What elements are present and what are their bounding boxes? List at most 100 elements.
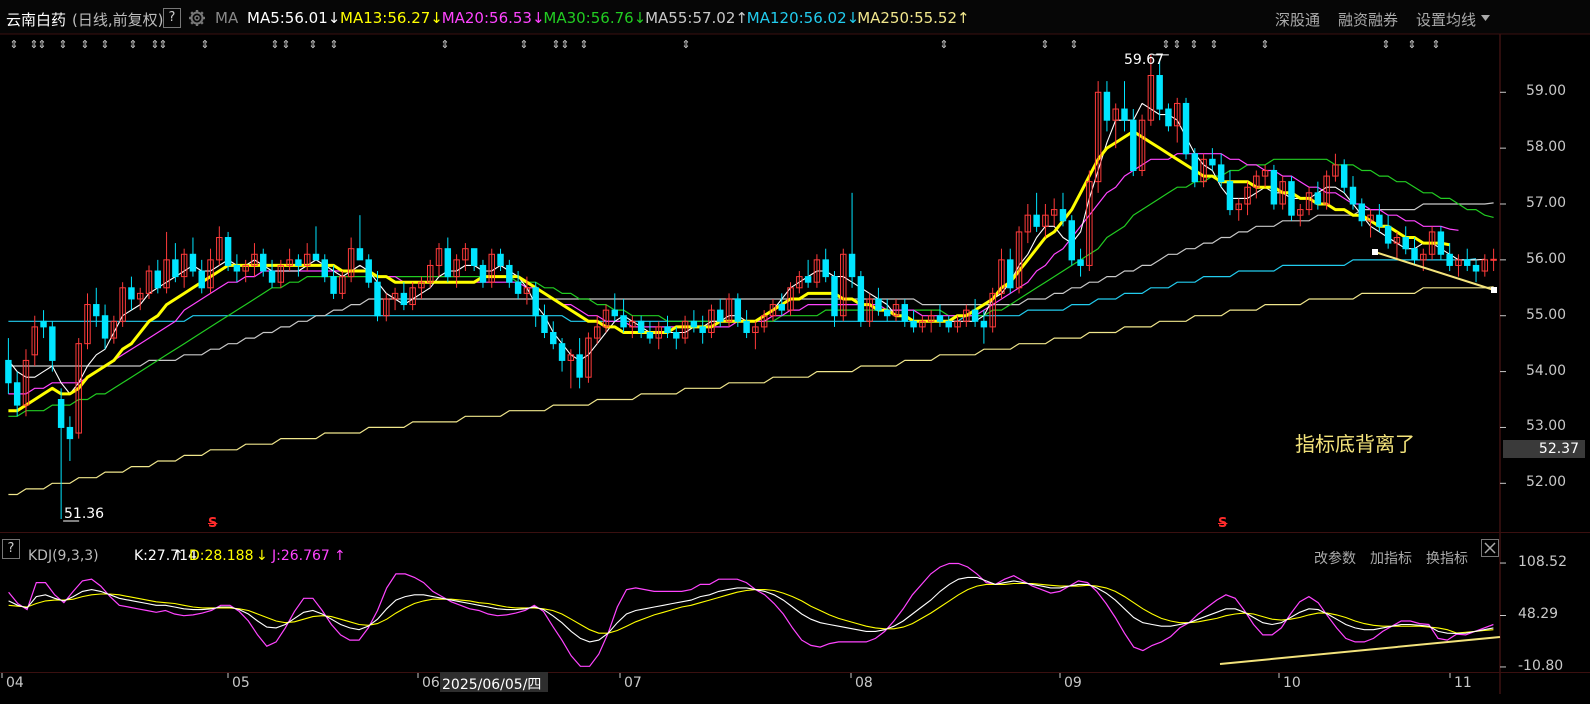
candle xyxy=(1130,109,1137,177)
candle xyxy=(1358,198,1366,227)
price-tick-label: 56.00 xyxy=(1526,250,1567,267)
price-tick-label: 53.00 xyxy=(1526,418,1567,435)
candle-body xyxy=(637,320,645,333)
candle-body xyxy=(1130,119,1137,171)
candle xyxy=(1270,164,1278,210)
kdj-name[interactable]: KDJ(9,3,3) xyxy=(28,548,99,564)
candle-body xyxy=(1007,259,1014,289)
candle-body xyxy=(268,270,276,283)
candle-body xyxy=(260,253,267,272)
candle-body xyxy=(936,315,944,322)
candle xyxy=(101,304,109,350)
event-marker: ⇕ xyxy=(440,38,449,51)
add-indicator-button[interactable]: 加指标 xyxy=(1370,548,1412,568)
candle-body xyxy=(743,320,750,333)
candle xyxy=(66,416,74,461)
candle-body xyxy=(532,287,539,317)
close-icon[interactable] xyxy=(1481,539,1499,557)
cursor-date: 2025/06/05/四 xyxy=(442,677,542,693)
candle-body xyxy=(295,259,302,266)
x-axis-label: 05 xyxy=(232,675,250,691)
candle xyxy=(506,259,513,288)
candle-body xyxy=(128,287,135,300)
event-marker: ⇕ xyxy=(1161,38,1170,51)
candle-body xyxy=(1340,164,1348,188)
candle xyxy=(374,271,381,322)
candle-body xyxy=(971,309,979,322)
kdj-tick-label: 48.29 xyxy=(1518,606,1559,623)
candle xyxy=(356,215,364,261)
price-chart[interactable]: ⇕ ⇕⇕ ⇕ ⇕ ⇕ ⇕ ⇕⇕ ⇕ ⇕ ⇕ ⇕ ⇕ ⇕ ⇕ ⇕ ⇕ ⇕ ⇕ ⇕ ⇕ ⇕ ⇕ ⇕ ⇕ ⇕ ⇕ ⇕ ⇕ ⇕ xyxy=(0,0,1590,704)
candle-body xyxy=(1376,214,1383,227)
candle-body xyxy=(901,304,909,322)
candle xyxy=(189,237,197,277)
candle-body xyxy=(1472,264,1480,272)
kdj-lines xyxy=(8,562,1494,667)
candle-body xyxy=(1217,164,1225,183)
switch-indicator-button[interactable]: 换指标 xyxy=(1426,548,1468,568)
event-marker: ⇕ xyxy=(1069,38,1078,51)
s-marker[interactable]: S xyxy=(1218,516,1227,531)
price-tick-label: 59.00 xyxy=(1526,83,1567,100)
candle-body xyxy=(514,281,522,294)
candle xyxy=(409,282,416,311)
candle-body xyxy=(980,320,988,328)
s-marker[interactable]: S xyxy=(208,516,217,531)
candle-body xyxy=(778,304,785,311)
candle xyxy=(901,298,909,327)
candle xyxy=(145,265,153,299)
candle xyxy=(444,237,452,283)
candle-body xyxy=(910,320,917,328)
event-marker: ⇕ xyxy=(1260,38,1269,51)
candle-body xyxy=(550,331,557,345)
panel-divider xyxy=(0,532,1590,533)
event-marker: ⇕ xyxy=(1040,38,1049,51)
kdj_d-line xyxy=(8,582,1494,634)
candle xyxy=(180,248,188,288)
candle xyxy=(831,271,838,327)
candle xyxy=(1174,97,1181,143)
candle xyxy=(664,315,671,339)
candle-body xyxy=(1165,108,1172,127)
candle xyxy=(752,321,759,350)
candle-body xyxy=(620,315,627,328)
kdj-tick-label: 108.52 xyxy=(1518,554,1567,571)
candle xyxy=(804,259,812,288)
candle xyxy=(919,315,926,333)
kdj_k-line xyxy=(8,576,1494,643)
kdj-help-button[interactable]: ? xyxy=(2,539,20,559)
candle-body xyxy=(1033,214,1040,227)
candle-body xyxy=(848,253,856,278)
candle xyxy=(637,315,645,339)
candle xyxy=(883,298,891,322)
kdj-k-arrow: ↑ xyxy=(172,548,184,564)
candle-body xyxy=(734,298,742,322)
candle xyxy=(1226,170,1234,216)
candle xyxy=(198,259,205,294)
candle xyxy=(620,298,627,333)
event-marker: ⇕ xyxy=(560,38,569,51)
candle xyxy=(49,321,56,372)
candle xyxy=(128,276,135,311)
candle-body xyxy=(646,331,654,339)
candle-body xyxy=(330,276,337,294)
edit-params-button[interactable]: 改参数 xyxy=(1314,548,1356,568)
candle xyxy=(1165,103,1172,132)
event-marker: ⇕ xyxy=(1407,38,1416,51)
candle-body xyxy=(1121,108,1128,121)
kdj-j-value: J:26.767 xyxy=(272,548,330,564)
candle-body xyxy=(224,237,232,266)
event-marker: ⇕ xyxy=(270,38,279,51)
event-marker: ⇕ xyxy=(128,38,137,51)
price-tick-label: 54.00 xyxy=(1526,362,1567,379)
candle-body xyxy=(198,270,205,289)
candle xyxy=(1007,248,1014,294)
candle xyxy=(1446,243,1453,272)
price-tick-label: 52.00 xyxy=(1526,474,1567,491)
candle-body xyxy=(1358,203,1366,222)
candle-body xyxy=(1314,192,1322,205)
candle-body xyxy=(172,259,179,278)
candle-body xyxy=(1182,102,1190,155)
candle xyxy=(1464,248,1471,272)
candle xyxy=(1050,198,1058,227)
